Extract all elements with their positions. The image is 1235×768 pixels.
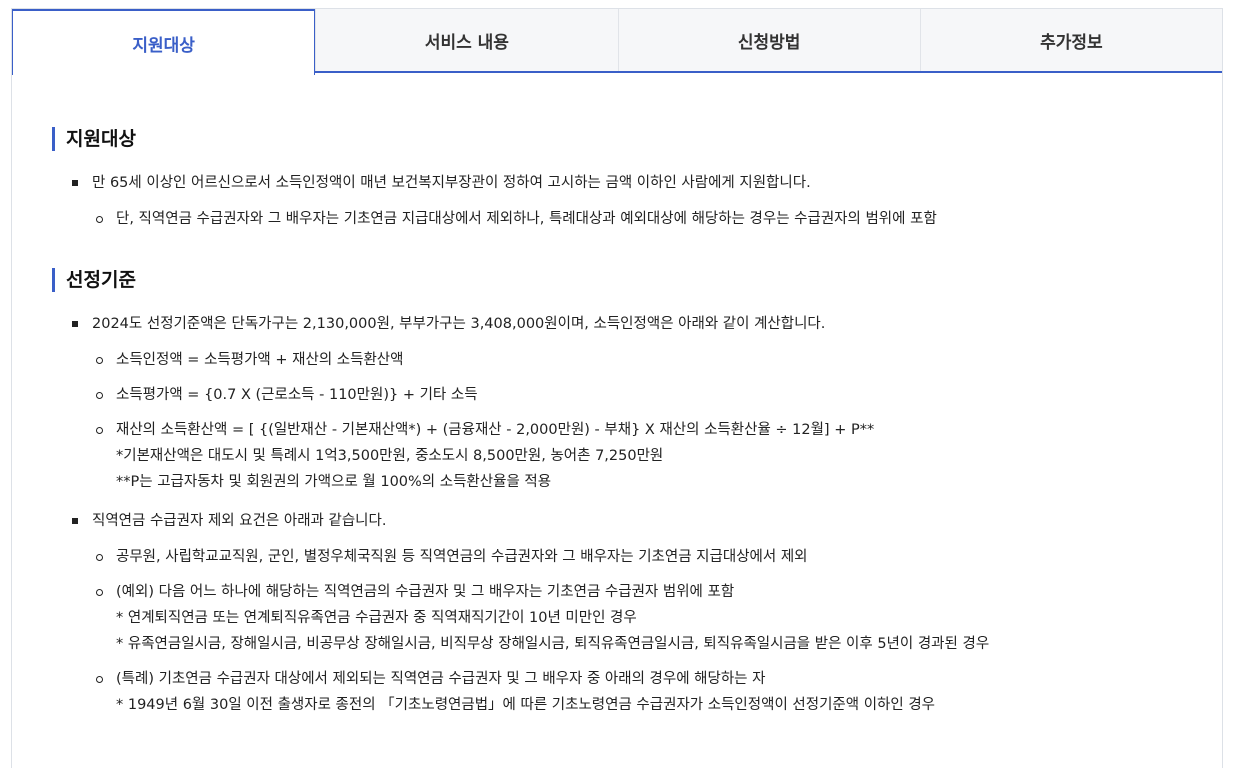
sub-list-item: 소득평가액 = {0.7 X (근로소득 - 110만원)} + 기타 소득 xyxy=(92,383,1182,408)
list-item-text: 2024도 선정기준액은 단독가구는 2,130,000원, 부부가구는 3,4… xyxy=(92,316,826,332)
footnote: * 연계퇴직연금 또는 연계퇴직유족연금 수급권자 중 직역재직기간이 10년 … xyxy=(116,610,637,626)
list-item: 2024도 선정기준액은 단독가구는 2,130,000원, 부부가구는 3,4… xyxy=(52,312,1182,495)
tab-service-details[interactable]: 서비스 내용 xyxy=(315,9,618,71)
footnote: **P는 고급자동차 및 회원권의 가액으로 월 100%의 소득환산율을 적용 xyxy=(116,474,552,490)
list-item-text: 만 65세 이상인 어르신으로서 소득인정액이 매년 보건복지부장관이 정하여 … xyxy=(92,175,811,191)
sub-list-item-text: 소득인정액 = 소득평가액 + 재산의 소득환산액 xyxy=(116,352,404,368)
section-selection-criteria: 선정기준 2024도 선정기준액은 단독가구는 2,130,000원, 부부가구… xyxy=(52,268,1182,718)
content-frame: 지원대상 서비스 내용 신청방법 추가정보 지원대상 만 65세 이상인 어르신… xyxy=(11,8,1223,768)
square-bullet-icon xyxy=(72,321,78,327)
sub-list-item: 소득인정액 = 소득평가액 + 재산의 소득환산액 xyxy=(92,348,1182,373)
sub-list: 단, 직역연금 수급권자와 그 배우자는 기초연금 지급대상에서 제외하나, 특… xyxy=(92,207,1182,232)
circle-bullet-icon xyxy=(96,676,103,683)
tab-additional-info[interactable]: 추가정보 xyxy=(919,9,1222,71)
footnote: * 유족연금일시금, 장해일시금, 비공무상 장해일시금, 비직무상 장해일시금… xyxy=(116,636,990,652)
tab-panel: 지원대상 만 65세 이상인 어르신으로서 소득인정액이 매년 보건복지부장관이… xyxy=(12,73,1222,718)
sub-list-item: 단, 직역연금 수급권자와 그 배우자는 기초연금 지급대상에서 제외하나, 특… xyxy=(92,207,1182,232)
sub-list-item: 공무원, 사립학교교직원, 군인, 별정우체국직원 등 직역연금의 수급권자와 … xyxy=(92,545,1182,570)
square-bullet-icon xyxy=(72,518,78,524)
sub-list-item: (예외) 다음 어느 하나에 해당하는 직역연금의 수급권자 및 그 배우자는 … xyxy=(92,580,1182,657)
sub-list-item-text: 공무원, 사립학교교직원, 군인, 별정우체국직원 등 직역연금의 수급권자와 … xyxy=(116,549,808,565)
circle-bullet-icon xyxy=(96,357,103,364)
sub-list-item-text: 단, 직역연금 수급권자와 그 배우자는 기초연금 지급대상에서 제외하나, 특… xyxy=(116,211,937,227)
section-eligibility: 지원대상 만 65세 이상인 어르신으로서 소득인정액이 매년 보건복지부장관이… xyxy=(52,127,1182,232)
square-bullet-icon xyxy=(72,180,78,186)
tab-eligibility[interactable]: 지원대상 xyxy=(12,9,316,75)
sub-list: 소득인정액 = 소득평가액 + 재산의 소득환산액 소득평가액 = {0.7 X… xyxy=(92,348,1182,495)
sub-list-item-text: 재산의 소득환산액 = [ {(일반재산 - 기본재산액*) + (금융재산 -… xyxy=(116,422,875,438)
circle-bullet-icon xyxy=(96,554,103,561)
sub-list: 공무원, 사립학교교직원, 군인, 별정우체국직원 등 직역연금의 수급권자와 … xyxy=(92,545,1182,718)
footnote: *기본재산액은 대도시 및 특례시 1억3,500만원, 중소도시 8,500만… xyxy=(116,448,664,464)
sub-list-item: (특례) 기초연금 수급권자 대상에서 제외되는 직역연금 수급권자 및 그 배… xyxy=(92,667,1182,718)
section-title: 지원대상 xyxy=(52,127,1182,151)
list-item-text: 직역연금 수급권자 제외 요건은 아래과 같습니다. xyxy=(92,513,387,529)
sub-list-item-text: (특례) 기초연금 수급권자 대상에서 제외되는 직역연금 수급권자 및 그 배… xyxy=(116,671,766,687)
list-item: 만 65세 이상인 어르신으로서 소득인정액이 매년 보건복지부장관이 정하여 … xyxy=(52,171,1182,232)
circle-bullet-icon xyxy=(96,216,103,223)
tab-bar: 지원대상 서비스 내용 신청방법 추가정보 xyxy=(12,9,1222,75)
circle-bullet-icon xyxy=(96,427,103,434)
tab-application-method[interactable]: 신청방법 xyxy=(617,9,920,71)
footnote: * 1949년 6월 30일 이전 출생자로 종전의 「기초노령연금법」에 따른… xyxy=(116,697,936,713)
list: 2024도 선정기준액은 단독가구는 2,130,000원, 부부가구는 3,4… xyxy=(52,312,1182,718)
section-title: 선정기준 xyxy=(52,268,1182,292)
sub-list-item-text: 소득평가액 = {0.7 X (근로소득 - 110만원)} + 기타 소득 xyxy=(116,387,478,403)
circle-bullet-icon xyxy=(96,589,103,596)
list: 만 65세 이상인 어르신으로서 소득인정액이 매년 보건복지부장관이 정하여 … xyxy=(52,171,1182,232)
sub-list-item: 재산의 소득환산액 = [ {(일반재산 - 기본재산액*) + (금융재산 -… xyxy=(92,418,1182,495)
sub-list-item-text: (예외) 다음 어느 하나에 해당하는 직역연금의 수급권자 및 그 배우자는 … xyxy=(116,584,735,600)
circle-bullet-icon xyxy=(96,392,103,399)
list-item: 직역연금 수급권자 제외 요건은 아래과 같습니다. 공무원, 사립학교교직원,… xyxy=(52,509,1182,718)
